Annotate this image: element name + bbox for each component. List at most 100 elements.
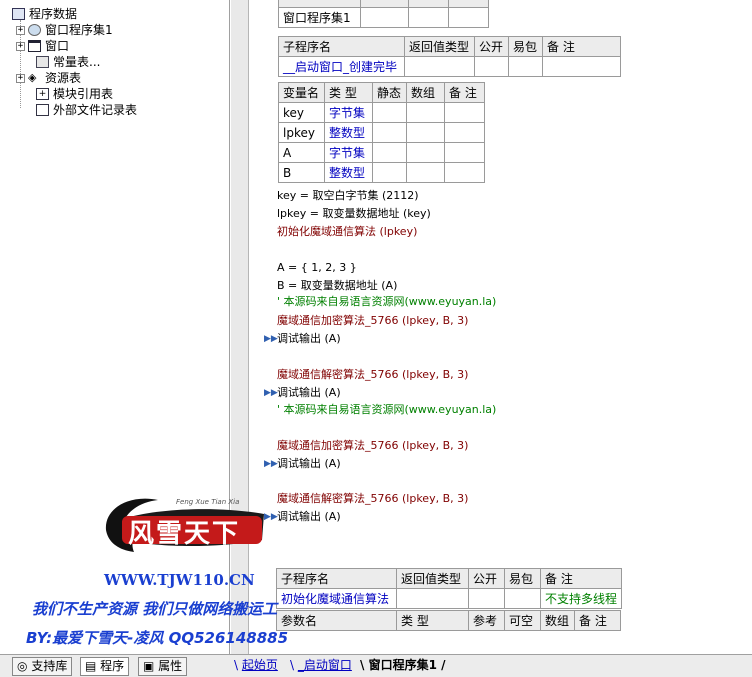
code-editor[interactable]: 窗口程序集1 子程序名 返回值类型 公开 易包 备 注 __启动窗口_创建完毕 … [250, 0, 752, 654]
subroutine-table: 子程序名 返回值类型 公开 易包 备 注 __启动窗口_创建完毕 [278, 36, 621, 77]
tab-program[interactable]: ▤ 程序 [80, 657, 130, 676]
tab-properties[interactable]: ▣ 属性 [138, 657, 188, 676]
doc-tab-window-assembly[interactable]: \ 窗口程序集1 / [360, 657, 445, 676]
var-type[interactable]: 字节集 [324, 102, 373, 123]
window-icon [28, 40, 41, 52]
tab-label: 起始页 [241, 658, 278, 672]
col-epkg: 易包 [504, 568, 541, 589]
tab-label: 属性 [158, 659, 183, 673]
tab-label: _启动窗口 [297, 658, 352, 672]
code-line[interactable]: 初始化魔域通信算法 (lpkey) [277, 224, 417, 240]
parameter-table: 参数名 类 型 参考 可空 数组 备 注 [276, 610, 621, 631]
code-line[interactable]: 魔域通信加密算法_5766 (lpkey, B, 3) [277, 313, 468, 329]
table-row[interactable]: A 字节集 [278, 142, 485, 163]
bottom-tab-bar: ◎ 支持库 ▤ 程序 ▣ 属性 \ 起始页 \ _启动窗口 \ 窗口程序集1 / [0, 654, 752, 677]
assembly-table: 窗口程序集1 [278, 0, 489, 28]
doc-tab-start-page[interactable]: \ 起始页 [234, 657, 278, 676]
col-array: 数组 [406, 82, 445, 103]
module-ref-icon: + [36, 88, 49, 100]
var-name[interactable]: A [278, 142, 325, 163]
tab-support-library[interactable]: ◎ 支持库 [12, 657, 73, 676]
col-sub-name: 子程序名 [276, 568, 397, 589]
code-comment[interactable]: ' 本源码来自易语言资源网(www.eyuyan.la) [277, 294, 496, 310]
watermark-logo-text: 风雪天下 [128, 519, 241, 549]
watermark-logo: 风雪天下 Feng Xue Tian Xia [100, 490, 270, 560]
variable-table: 变量名 类 型 静态 数组 备 注 key 字节集 lpkey 整数型 A 字节… [278, 82, 485, 183]
col-return-type: 返回值类型 [396, 568, 469, 589]
resource-icon: ◈ [28, 71, 37, 84]
code-line[interactable]: B = 取变量数据地址 (A) [277, 278, 397, 294]
tree-item-label: 常量表... [53, 55, 101, 69]
watermark-slogan: 我们不生产资源 我们只做网络搬运工 [32, 600, 278, 618]
program-data-icon [12, 8, 25, 20]
tree-item-external-files[interactable]: 外部文件记录表 [36, 102, 137, 118]
watermark-credit: BY:最爱下雪天-凌风 QQ526148885 [26, 629, 289, 647]
var-name[interactable]: key [278, 102, 325, 123]
col-param-array: 数组 [540, 610, 575, 631]
subroutine-table: 子程序名 返回值类型 公开 易包 备 注 初始化魔域通信算法 不支持多线程 [276, 568, 623, 609]
col-epkg: 易包 [508, 36, 543, 57]
code-line[interactable]: 魔域通信加密算法_5766 (lpkey, B, 3) [277, 438, 468, 454]
subroutine-name[interactable]: 初始化魔域通信算法 [276, 588, 397, 609]
col-ref: 参考 [468, 610, 505, 631]
tab-label: 程序 [100, 659, 125, 673]
subroutine-name[interactable]: __启动窗口_创建完毕 [278, 56, 405, 77]
watermark-logo-subtitle: Feng Xue Tian Xia [176, 498, 240, 506]
doc-tab-startup-window[interactable]: \ _启动窗口 [290, 657, 352, 676]
var-name[interactable]: B [278, 162, 325, 183]
var-type[interactable]: 整数型 [324, 122, 373, 143]
tree-item-window-assembly[interactable]: + 窗口程序集1 [16, 22, 113, 38]
col-param-note: 备 注 [574, 610, 621, 631]
col-public: 公开 [474, 36, 509, 57]
expand-icon[interactable]: + [16, 25, 25, 35]
assembly-icon [28, 24, 41, 36]
tree-item-label: 窗口 [45, 39, 70, 53]
breakpoint-arrow-icon: ▶▶ [264, 459, 278, 469]
subroutine-note[interactable]: 不支持多线程 [539, 588, 623, 609]
code-line[interactable]: 调试输出 (A) [277, 385, 341, 401]
col-param-name: 参数名 [276, 610, 397, 631]
var-type[interactable]: 字节集 [324, 142, 373, 163]
code-line[interactable]: A = { 1, 2, 3 } [277, 260, 357, 276]
expand-icon[interactable]: + [16, 73, 25, 83]
code-line[interactable]: 调试输出 (A) [277, 456, 341, 472]
constant-table-icon [36, 56, 49, 68]
tree-item-label: 模块引用表 [53, 87, 114, 101]
col-var-type: 类 型 [324, 82, 373, 103]
code-line[interactable]: key = 取空白字节集 (2112) [277, 188, 419, 204]
var-name[interactable]: lpkey [278, 122, 325, 143]
col-var-name: 变量名 [278, 82, 325, 103]
tree-item-module-refs[interactable]: + 模块引用表 [36, 86, 113, 102]
code-line[interactable]: lpkey = 取变量数据地址 (key) [277, 206, 431, 222]
tab-label: 支持库 [31, 659, 68, 673]
properties-icon: ▣ [143, 659, 155, 673]
tree-item-label: 外部文件记录表 [53, 103, 138, 117]
col-sub-name: 子程序名 [278, 36, 405, 57]
table-row[interactable]: key 字节集 [278, 102, 485, 123]
code-comment[interactable]: ' 本源码来自易语言资源网(www.eyuyan.la) [277, 402, 496, 418]
col-public: 公开 [468, 568, 505, 589]
col-note: 备 注 [539, 568, 623, 589]
code-line[interactable]: 调试输出 (A) [277, 331, 341, 347]
col-return-type: 返回值类型 [404, 36, 475, 57]
breakpoint-arrow-icon: ▶▶ [264, 388, 278, 398]
tree-item-constants[interactable]: 常量表... [36, 54, 100, 70]
file-list-icon [36, 104, 49, 116]
tree-item-resources[interactable]: + ◈ 资源表 [16, 70, 81, 86]
col-static: 静态 [372, 82, 407, 103]
tree-root[interactable]: 程序数据 [12, 6, 77, 22]
assembly-name-cell[interactable]: 窗口程序集1 [278, 7, 361, 28]
tree-item-label: 资源表 [45, 71, 82, 85]
breakpoint-arrow-icon: ▶▶ [264, 334, 278, 344]
tree-item-window[interactable]: + 窗口 [16, 38, 69, 54]
program-icon: ▤ [85, 659, 97, 673]
watermark-url: WWW.TJW110.CN [104, 571, 255, 589]
expand-icon[interactable]: + [16, 41, 25, 51]
col-nullable: 可空 [504, 610, 541, 631]
table-row[interactable]: B 整数型 [278, 162, 485, 183]
code-line[interactable]: 魔域通信解密算法_5766 (lpkey, B, 3) [277, 367, 468, 383]
table-row[interactable]: lpkey 整数型 [278, 122, 485, 143]
code-line[interactable]: 魔域通信解密算法_5766 (lpkey, B, 3) [277, 491, 468, 507]
code-line[interactable]: 调试输出 (A) [277, 509, 341, 525]
var-type[interactable]: 整数型 [324, 162, 373, 183]
